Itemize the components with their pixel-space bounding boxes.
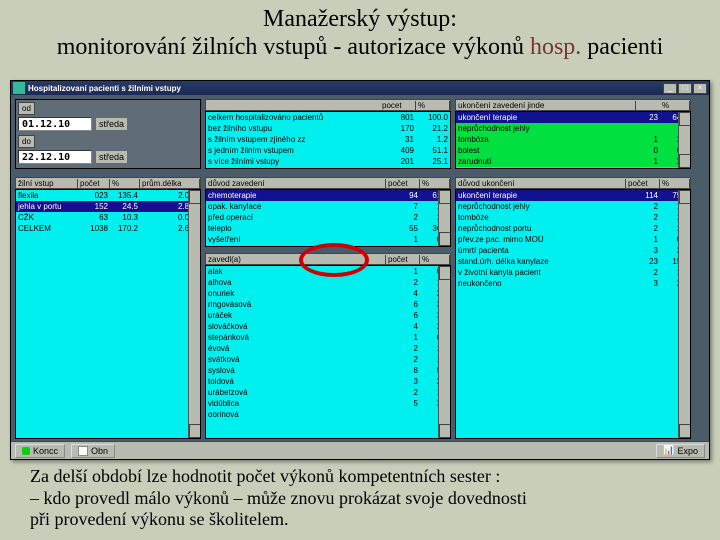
status-bar: Koncc Obn 📊Expo (11, 441, 709, 459)
export-button[interactable]: 📊Expo (656, 444, 705, 458)
table-row[interactable]: vyšetření10.7 (206, 234, 450, 245)
od-day: středa (96, 118, 127, 130)
app-icon (13, 82, 25, 94)
led-icon (78, 446, 88, 456)
page-title: Manažerský výstup: monitorování žilních … (0, 0, 720, 61)
table-row[interactable]: bolest00.0 (456, 145, 690, 156)
summary-pane[interactable]: celkem hospitalizováno pacientů801100.0b… (205, 111, 451, 169)
nurse-pane[interactable]: alak10.7alhova21.3onuriek42.6ringovásová… (205, 265, 451, 439)
table-row[interactable]: celkem hospitalizováno pacientů801100.0 (206, 112, 450, 123)
table-row[interactable]: neprůchodnost jehly (456, 123, 690, 134)
table-row[interactable]: syslová85.0 (206, 365, 450, 376)
table-row[interactable]: zarudnutí12.9 (456, 156, 690, 167)
table-row[interactable]: toldová32.0 (206, 376, 450, 387)
reason-pane[interactable]: chemoterapie9461.0opak. kanylace71.6před… (205, 189, 451, 247)
endreason-header: důvod ukončení počet % (455, 177, 691, 189)
table-row[interactable]: stepánková10.7 (206, 332, 450, 343)
led-green-icon (22, 447, 30, 455)
app-window: Hospitalizovaní pacienti s žilními vstup… (10, 80, 710, 460)
table-row[interactable]: alhova21.3 (206, 277, 450, 288)
summary-header: pocet % (205, 99, 451, 111)
table-row[interactable]: ukončení terapie11475.0 (456, 190, 690, 201)
vein-header: žilní vstup počet % prům.délka (15, 177, 201, 189)
table-row[interactable]: jehla v portu15224.52.851 (16, 201, 200, 212)
table-row[interactable]: CELKEM1038170.22.601 (16, 223, 200, 234)
table-row[interactable]: évová21.3 (206, 343, 450, 354)
table-row[interactable]: neprůchodnost portu21.3 (456, 223, 690, 234)
table-row[interactable]: s žilním vstupem zjiného zz311.2 (206, 134, 450, 145)
table-row[interactable]: úmrtí pacienta32.0 (456, 245, 690, 256)
table-row[interactable]: s jedním žilním vstupem40951.1 (206, 145, 450, 156)
end-header: ukončení zavedení jinde % (455, 99, 691, 111)
table-row[interactable]: opak. kanylace71.6 (206, 201, 450, 212)
table-row[interactable]: ukončení terapie2364.4 (456, 112, 690, 123)
table-row[interactable]: ringovásová63.9 (206, 299, 450, 310)
reason-header: důvod zavedení počet % (205, 177, 451, 189)
table-row[interactable]: alak10.7 (206, 266, 450, 277)
table-row[interactable]: v životní kanyla pacient21.3 (456, 267, 690, 278)
table-row[interactable]: svátková21.3 (206, 354, 450, 365)
window-title: Hospitalizovaní pacienti s žilními vstup… (28, 84, 663, 93)
minimize-button[interactable]: _ (663, 83, 677, 94)
table-row[interactable]: teleplo5536.2 (206, 223, 450, 234)
title-line2: monitorování žilních vstupů - autorizace… (0, 34, 720, 62)
footer-text: Za delší období lze hodnotit počet výkon… (30, 466, 700, 531)
endreason-pane[interactable]: ukončení terapie11475.0neprůchodnost jeh… (455, 189, 691, 439)
od-date-input[interactable] (18, 117, 92, 131)
table-row[interactable]: bez žilního vstupu17021.2 (206, 123, 450, 134)
table-row[interactable]: s více žilními vstupy20125.1 (206, 156, 450, 167)
table-row[interactable]: neukončeno32.0 (456, 278, 690, 289)
date-panel: od středa do středa (15, 99, 201, 169)
table-row[interactable]: tombóze21.3 (456, 212, 690, 223)
vein-pane[interactable]: flexila023135.42.075jehla v portu15224.5… (15, 189, 201, 439)
close-button[interactable]: × (693, 83, 707, 94)
scrollbar[interactable] (438, 190, 450, 246)
table-row[interactable]: přev.ze pac. mimo MOÚ10.7 (456, 234, 690, 245)
table-row[interactable]: stand.úrh. délka kanylaze2315.1 (456, 256, 690, 267)
scrollbar[interactable] (188, 190, 200, 438)
maximize-button[interactable]: □ (678, 83, 692, 94)
title-hosp: hosp. (530, 34, 581, 60)
table-row[interactable]: slováčková42.6 (206, 321, 450, 332)
title-line1: Manažerský výstup: (0, 6, 720, 34)
end-pane[interactable]: ukončení terapie2364.4neprůchodnost jehl… (455, 111, 691, 169)
table-row[interactable]: neprůchodnost jehly21.3 (456, 201, 690, 212)
window-titlebar[interactable]: Hospitalizovaní pacienti s žilními vstup… (11, 81, 709, 95)
table-row[interactable]: uráček63.9 (206, 310, 450, 321)
scrollbar[interactable] (678, 190, 690, 438)
table-row[interactable]: flexila023135.42.075 (16, 190, 200, 201)
do-day: středa (96, 151, 127, 163)
nurse-header: zavedl(a) počet % (205, 253, 451, 265)
table-row[interactable]: tombóza12.9 (456, 134, 690, 145)
obn-button[interactable]: Obn (71, 444, 115, 458)
table-row[interactable]: vidública53.3 (206, 398, 450, 409)
scrollbar[interactable] (678, 112, 690, 168)
table-row[interactable]: oorinová (206, 409, 450, 420)
scrollbar[interactable] (438, 266, 450, 438)
table-row[interactable]: chemoterapie9461.0 (206, 190, 450, 201)
od-label: od (18, 102, 35, 115)
do-label: do (18, 135, 35, 148)
do-date-input[interactable] (18, 150, 92, 164)
konec-button[interactable]: Koncc (15, 444, 65, 458)
table-row[interactable]: onuriek42.6 (206, 288, 450, 299)
table-row[interactable]: před operací21.3 (206, 212, 450, 223)
table-row[interactable]: CŽK6310.30.072 (16, 212, 200, 223)
table-row[interactable]: urábetzová21.3 (206, 387, 450, 398)
